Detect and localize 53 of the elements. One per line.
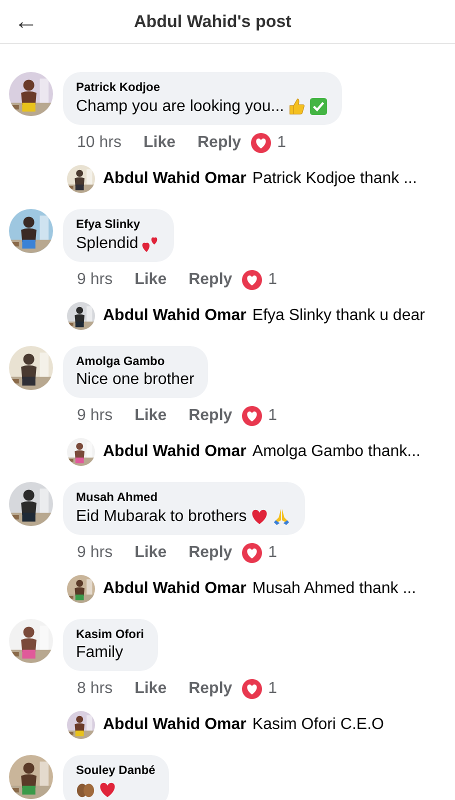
reply-author[interactable]: Abdul Wahid Omar — [103, 580, 246, 598]
like-link[interactable]: Like — [134, 544, 167, 562]
reply-link[interactable]: Reply — [188, 544, 232, 562]
comment-author[interactable]: Musah Ahmed — [76, 490, 291, 504]
praying-hands-icon — [272, 507, 291, 526]
reply-text: Kasim Ofori C.E.O — [252, 716, 384, 734]
comment-time: 9 hrs — [77, 271, 113, 289]
reply-author[interactable]: Abdul Wahid Omar — [103, 716, 246, 734]
reply-link[interactable]: Reply — [188, 680, 232, 698]
heart-icon — [250, 507, 269, 526]
love-reaction-icon — [242, 406, 262, 426]
like-link[interactable]: Like — [134, 680, 167, 698]
love-reaction-icon — [242, 679, 262, 699]
reply-text: Patrick Kodjoe thank ... — [252, 170, 417, 188]
reply-author[interactable]: Abdul Wahid Omar — [103, 170, 246, 188]
reaction-count: 1 — [268, 407, 278, 425]
reaction-count: 1 — [268, 680, 278, 698]
reply-text: Amolga Gambo thank... — [252, 443, 420, 461]
reply-link[interactable]: Reply — [188, 407, 232, 425]
comment-text: Splendid — [76, 234, 138, 252]
like-link[interactable]: Like — [134, 407, 167, 425]
reply-author[interactable]: Abdul Wahid Omar — [103, 307, 246, 325]
reply-link[interactable]: Reply — [188, 271, 232, 289]
reaction-count: 1 — [268, 544, 278, 562]
reply-text: Musah Ahmed thank ... — [252, 580, 416, 598]
comment-text: Family — [76, 644, 124, 662]
reaction-count: 1 — [277, 134, 286, 152]
comment-author[interactable]: Souley Danbé — [76, 763, 156, 777]
check-icon — [309, 97, 328, 116]
reaction-count: 1 — [268, 271, 278, 289]
comment-text: Eid Mubarak to brothers — [76, 508, 247, 526]
back-button[interactable]: ← — [14, 8, 134, 36]
comment-time: 9 hrs — [77, 544, 113, 562]
reply-text: Efya Slinky thank u dear — [252, 307, 425, 325]
love-reaction-icon — [242, 270, 262, 290]
heart-icon — [98, 780, 117, 799]
reply-link[interactable]: Reply — [197, 134, 242, 152]
page-title: Abdul Wahid's post — [134, 12, 292, 32]
comment-time: 10 hrs — [77, 134, 122, 152]
comment-time: 8 hrs — [77, 680, 113, 698]
thumbs-up-icon — [287, 97, 306, 116]
like-link[interactable]: Like — [143, 134, 176, 152]
comment-text: Nice one brother — [76, 371, 194, 389]
comment-author[interactable]: Amolga Gambo — [76, 354, 194, 368]
comment-author[interactable]: Kasim Ofori — [76, 627, 144, 641]
comment-text: Champ you are looking you... — [76, 98, 284, 116]
comment-author[interactable]: Patrick Kodjoe — [76, 80, 328, 94]
comment-time: 9 hrs — [77, 407, 113, 425]
comment-author[interactable]: Efya Slinky — [76, 217, 160, 231]
love-reaction-icon — [242, 543, 262, 563]
love-reaction-icon — [251, 133, 272, 153]
reply-author[interactable]: Abdul Wahid Omar — [103, 443, 246, 461]
like-link[interactable]: Like — [134, 271, 167, 289]
